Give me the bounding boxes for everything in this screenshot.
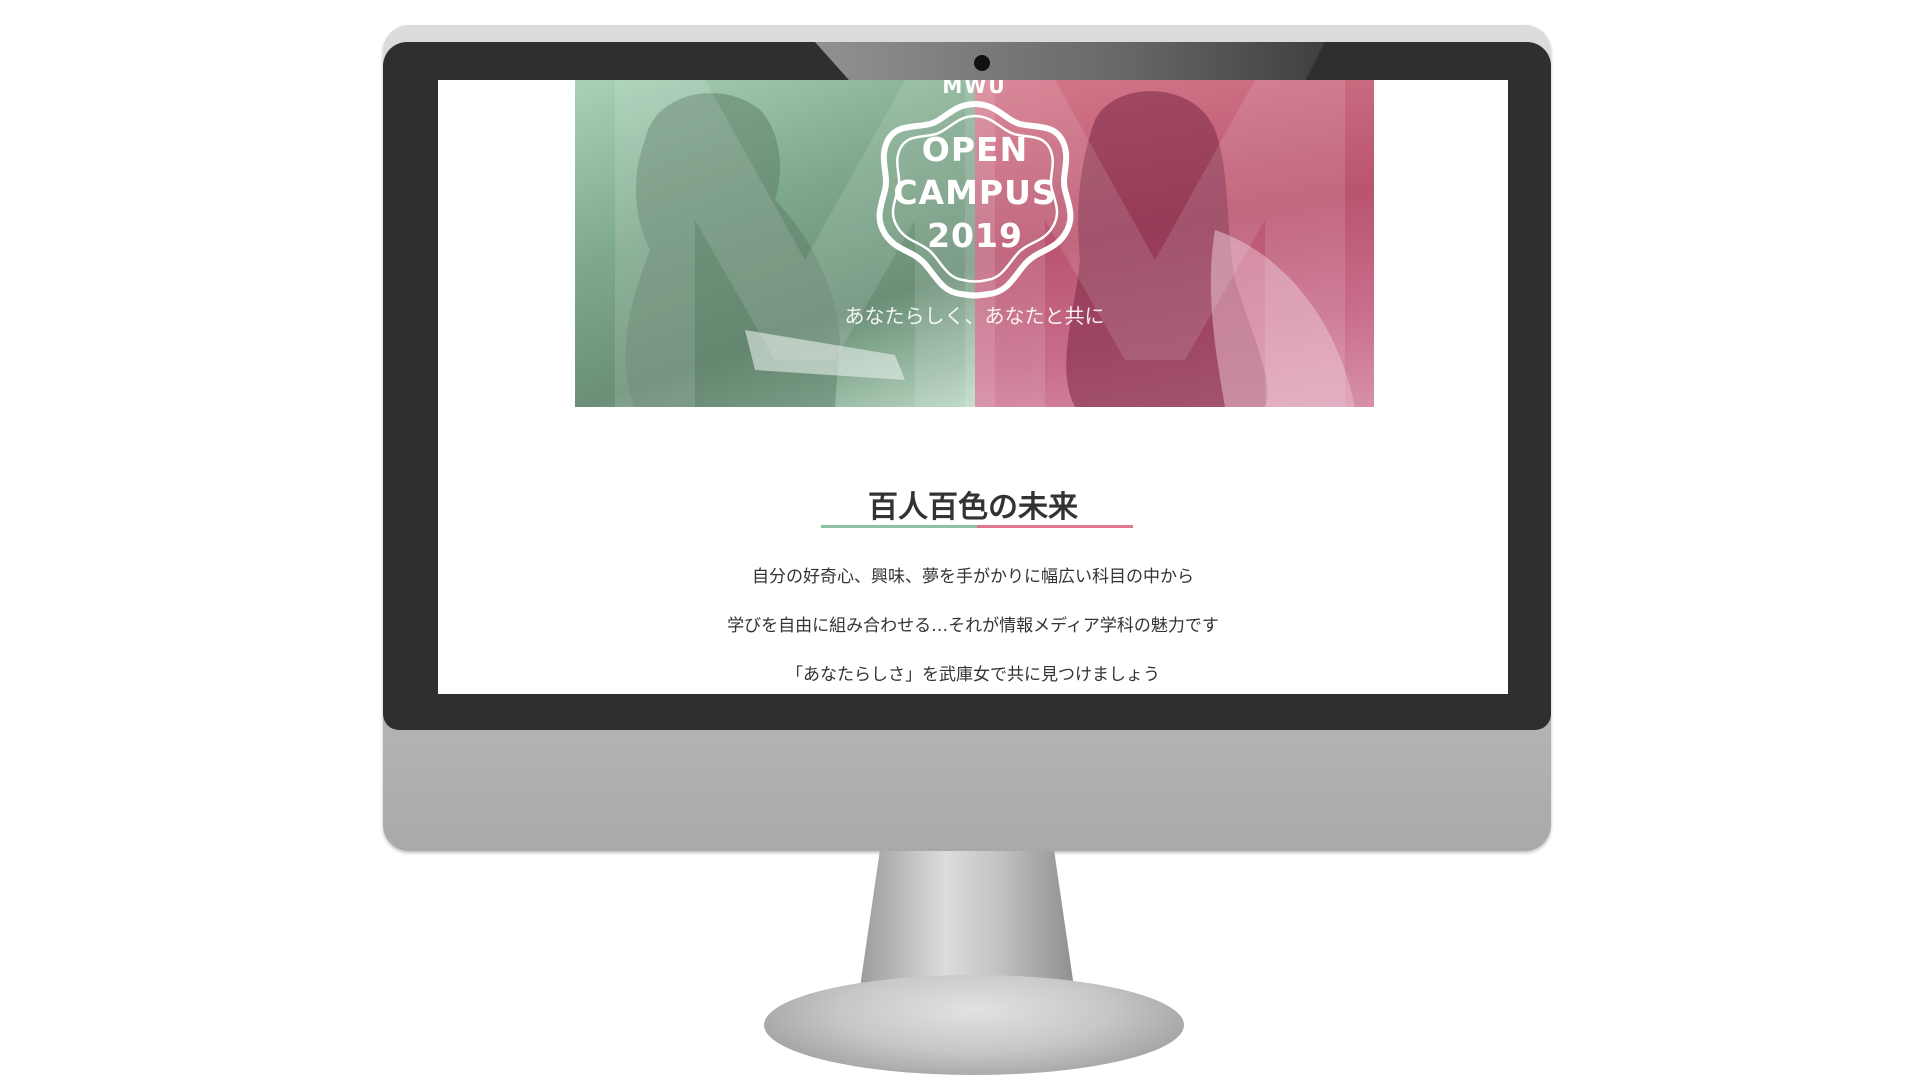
title-underline-green [821,525,977,528]
webcam-icon [974,55,990,71]
intro-line-1: 自分の好奇心、興味、夢を手がかりに幅広い科目の中から [752,567,1194,587]
section-title: 百人百色の未来 [868,490,1078,525]
badge-line-year: 2019 [927,216,1023,255]
intro-line-3: 「あなたらしさ」を武庫女で共に見つけましょう [786,665,1160,685]
title-underline-pink [977,525,1133,528]
badge-line-campus: CAMPUS [893,173,1057,212]
badge-line-open: OPEN [921,130,1029,169]
intro-line-2: 学びを自由に組み合わせる…それが情報メディア学科の魅力です [727,616,1219,636]
hero-banner: MWU OPEN CAMPUS 2019 あなたらしく、あなたと共に [575,80,1374,407]
monitor-stand-base [764,975,1184,1075]
badge-text: OPEN CAMPUS 2019 [875,128,1075,257]
monitor-screen: MWU OPEN CAMPUS 2019 あなたらしく、あなたと共に 百人百色の… [438,80,1508,694]
hero-tagline: あなたらしく、あなたと共に [844,304,1105,328]
bezel-glare [815,42,1325,82]
